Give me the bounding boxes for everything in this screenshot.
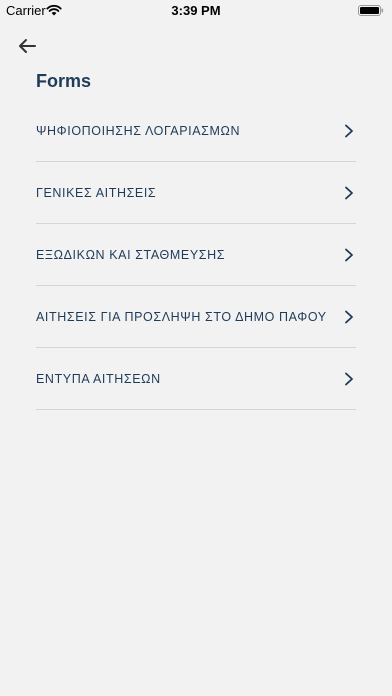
arrow-left-icon <box>19 39 36 53</box>
battery-icon <box>358 5 384 16</box>
menu-item-label: ΑΙΤΗΣΕΙΣ ΓΙΑ ΠΡΟΣΛΗΨΗ ΣΤΟ ΔΗΜΟ ΠΑΦΟΥ <box>36 309 327 324</box>
chevron-right-icon <box>345 310 353 323</box>
forms-menu-list: ΨΗΦΙΟΠΟΙΗΣΗΣ ΛΟΓΑΡΙΑΣΜΩΝ ΓΕΝΙΚΕΣ ΑΙΤΗΣΕΙ… <box>36 100 356 410</box>
chevron-right-icon <box>345 124 353 137</box>
chevron-right-icon <box>345 248 353 261</box>
status-bar: Carrier 3:39 PM <box>0 0 392 22</box>
status-time: 3:39 PM <box>171 3 221 18</box>
page-title: Forms <box>36 71 92 91</box>
menu-item-fines-parking[interactable]: ΕΞΩΔΙΚΩΝ ΚΑΙ ΣΤΑΘΜΕΥΣΗΣ <box>36 224 356 286</box>
back-button[interactable] <box>13 33 41 59</box>
menu-item-employment-applications[interactable]: ΑΙΤΗΣΕΙΣ ΓΙΑ ΠΡΟΣΛΗΨΗ ΣΤΟ ΔΗΜΟ ΠΑΦΟΥ <box>36 286 356 348</box>
menu-item-general-applications[interactable]: ΓΕΝΙΚΕΣ ΑΙΤΗΣΕΙΣ <box>36 162 356 224</box>
menu-item-label: ΨΗΦΙΟΠΟΙΗΣΗΣ ΛΟΓΑΡΙΑΣΜΩΝ <box>36 123 241 138</box>
menu-item-label: ΕΝΤΥΠΑ ΑΙΤΗΣΕΩΝ <box>36 371 161 386</box>
menu-item-label: ΓΕΝΙΚΕΣ ΑΙΤΗΣΕΙΣ <box>36 185 157 200</box>
menu-item-application-forms[interactable]: ΕΝΤΥΠΑ ΑΙΤΗΣΕΩΝ <box>36 348 356 410</box>
chevron-right-icon <box>345 372 353 385</box>
menu-item-label: ΕΞΩΔΙΚΩΝ ΚΑΙ ΣΤΑΘΜΕΥΣΗΣ <box>36 247 226 262</box>
chevron-right-icon <box>345 186 353 199</box>
menu-item-account-digitization[interactable]: ΨΗΦΙΟΠΟΙΗΣΗΣ ΛΟΓΑΡΙΑΣΜΩΝ <box>36 100 356 162</box>
